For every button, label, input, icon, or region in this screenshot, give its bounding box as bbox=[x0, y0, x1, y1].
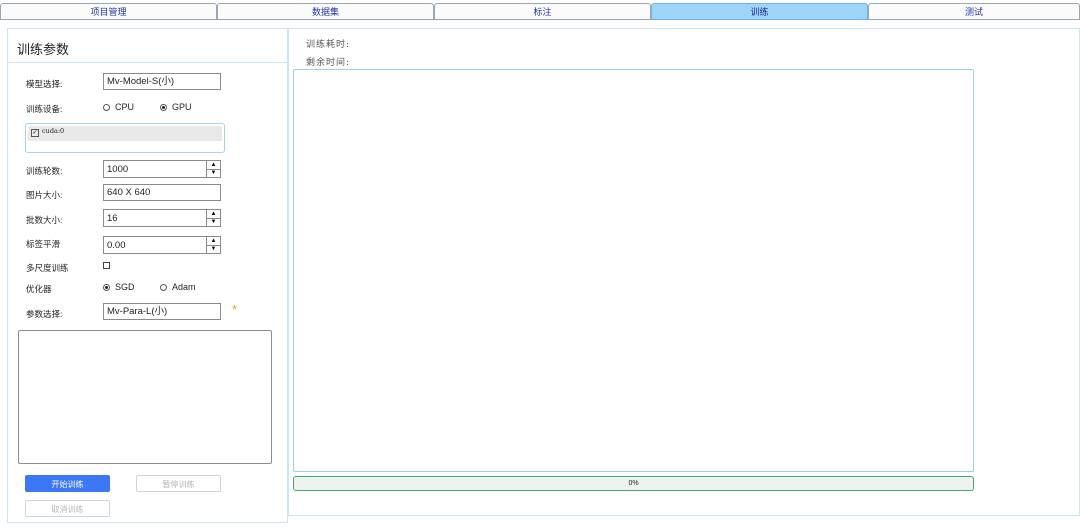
radio-off-icon bbox=[160, 284, 167, 291]
label-smoothing-label: 标签平滑 bbox=[26, 239, 61, 249]
device-list: ✓ cuda:0 bbox=[25, 123, 225, 153]
radio-on-icon bbox=[160, 104, 167, 111]
checkbox-checked-icon[interactable]: ✓ bbox=[31, 129, 39, 137]
device-label: 训练设备: bbox=[26, 104, 63, 114]
training-progress-bar: 0% bbox=[293, 476, 974, 491]
training-output-panel: 训练耗时: 剩余时间: 0% bbox=[288, 28, 1080, 516]
required-star-icon: * bbox=[232, 302, 238, 317]
training-log-output[interactable] bbox=[293, 69, 974, 472]
radio-off-icon bbox=[103, 104, 110, 111]
param-select-label: 参数选择: bbox=[26, 309, 63, 319]
tab-annotation[interactable]: 标注 bbox=[434, 3, 651, 20]
param-select-field[interactable]: Mv-Para-L(小) bbox=[103, 303, 221, 320]
panel-title: 训练参数 bbox=[17, 42, 70, 57]
training-params-panel: 训练参数 模型选择: Mv-Model-S(小) 训练设备: CPU GPU ✓… bbox=[7, 28, 288, 523]
epochs-label: 训练轮数: bbox=[26, 166, 63, 176]
optimizer-radio-sgd[interactable]: SGD bbox=[103, 282, 135, 292]
model-select-field[interactable]: Mv-Model-S(小) bbox=[103, 73, 221, 90]
spin-down-icon[interactable]: ▼ bbox=[207, 218, 220, 226]
multiscale-checkbox[interactable] bbox=[103, 262, 110, 269]
cancel-training-button[interactable]: 取消训练 bbox=[25, 500, 110, 517]
multiscale-label: 多尺度训练 bbox=[26, 263, 69, 273]
param-log-area[interactable] bbox=[18, 330, 272, 464]
tab-project-management[interactable]: 项目管理 bbox=[0, 3, 217, 20]
label-smoothing-value: 0.00 bbox=[107, 240, 126, 251]
elapsed-time-label: 训练耗时: bbox=[306, 40, 351, 50]
batch-size-value: 16 bbox=[107, 213, 118, 224]
epochs-stepper[interactable]: 1000 ▲ ▼ bbox=[103, 160, 221, 178]
tab-bar: 项目管理 数据集 标注 训练 测试 bbox=[0, 3, 1080, 22]
label-smoothing-stepper[interactable]: 0.00 ▲ ▼ bbox=[103, 236, 221, 254]
image-size-field[interactable]: 640 X 640 bbox=[103, 184, 221, 201]
progress-text: 0% bbox=[628, 480, 639, 487]
optimizer-label: 优化器 bbox=[26, 284, 52, 294]
image-size-label: 图片大小: bbox=[26, 190, 63, 200]
device-item-cuda0[interactable]: ✓ cuda:0 bbox=[28, 126, 222, 141]
spin-down-icon[interactable]: ▼ bbox=[207, 169, 220, 177]
tab-test[interactable]: 测试 bbox=[868, 3, 1080, 20]
title-divider bbox=[8, 62, 287, 63]
epochs-value: 1000 bbox=[107, 164, 129, 175]
pause-training-button[interactable]: 暂停训练 bbox=[136, 475, 221, 492]
batch-size-stepper[interactable]: 16 ▲ ▼ bbox=[103, 209, 221, 227]
spin-down-icon[interactable]: ▼ bbox=[207, 245, 220, 253]
tab-dataset[interactable]: 数据集 bbox=[217, 3, 434, 20]
batch-size-label: 批数大小: bbox=[26, 215, 63, 225]
model-label: 模型选择: bbox=[26, 79, 63, 89]
optimizer-radio-adam[interactable]: Adam bbox=[160, 282, 196, 292]
radio-on-icon bbox=[103, 284, 110, 291]
device-radio-cpu[interactable]: CPU bbox=[103, 102, 134, 112]
tab-training[interactable]: 训练 bbox=[651, 3, 868, 20]
device-radio-gpu[interactable]: GPU bbox=[160, 102, 192, 112]
start-training-button[interactable]: 开始训练 bbox=[25, 475, 110, 492]
remaining-time-label: 剩余时间: bbox=[306, 58, 351, 68]
